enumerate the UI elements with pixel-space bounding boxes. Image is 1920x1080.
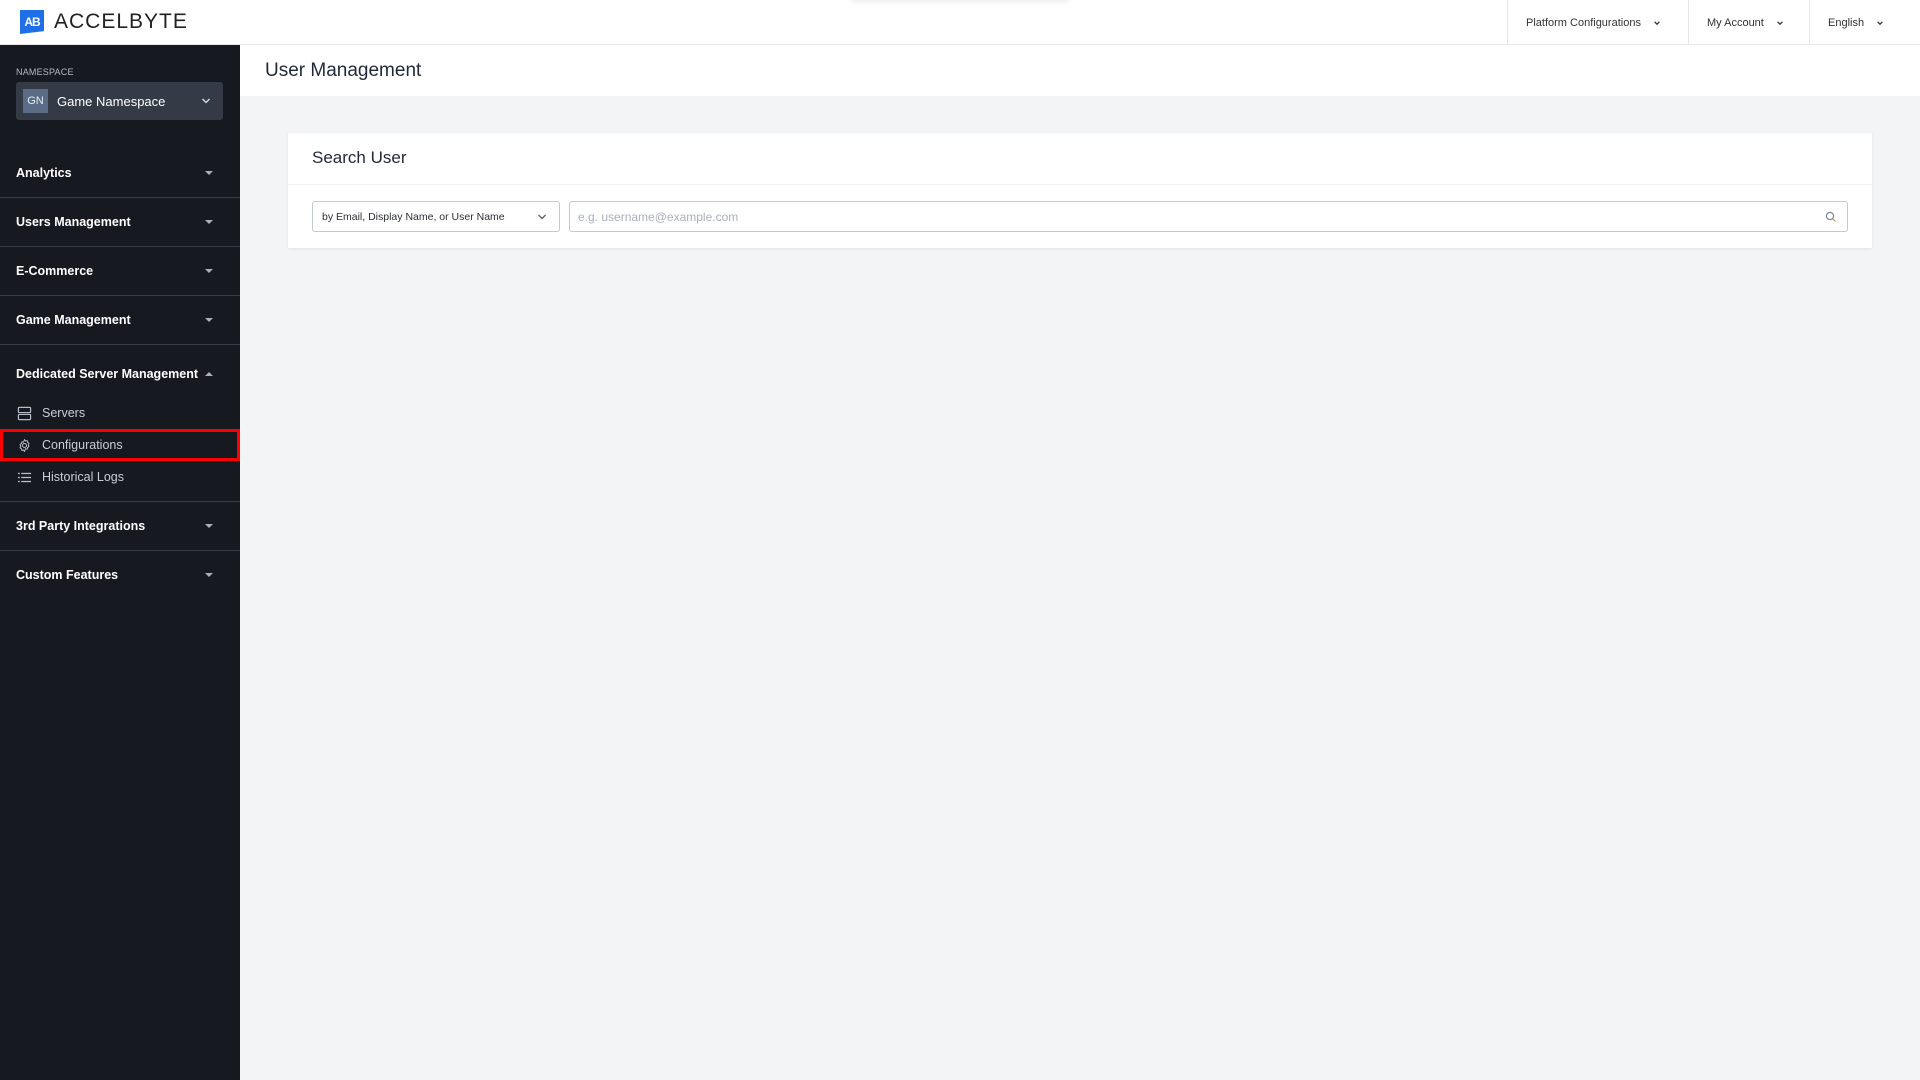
sidebar-section-game-management-toggle[interactable]: Game Management bbox=[0, 296, 240, 344]
search-user-card: Search User by Email, Display Name, or U… bbox=[288, 133, 1872, 248]
my-account-label: My Account bbox=[1707, 16, 1764, 29]
caret-up-icon bbox=[205, 372, 213, 376]
caret-down-icon bbox=[205, 573, 213, 577]
sidebar-section-analytics: Analytics bbox=[0, 149, 240, 198]
sidebar-section-dedicated-server-management: Dedicated Server Management Servers Conf… bbox=[0, 345, 240, 502]
sidebar-item-label: Servers bbox=[42, 406, 86, 420]
chevron-down-icon bbox=[1654, 20, 1660, 25]
logo-mark-icon: AB bbox=[20, 10, 44, 34]
namespace-badge: GN bbox=[23, 89, 48, 113]
section-title: Custom Features bbox=[16, 568, 119, 582]
search-icon[interactable] bbox=[1825, 211, 1837, 223]
search-input[interactable] bbox=[570, 202, 1825, 231]
platform-configurations-label: Platform Configurations bbox=[1526, 16, 1641, 29]
sidebar-section-e-commerce: E-Commerce bbox=[0, 247, 240, 296]
chevron-down-icon bbox=[201, 98, 211, 104]
sidebar-section-3rd-party-integrations: 3rd Party Integrations bbox=[0, 502, 240, 551]
section-title: Dedicated Server Management bbox=[16, 367, 199, 381]
caret-down-icon bbox=[205, 171, 213, 175]
sidebar: NAMESPACE GN Game Namespace Analytics Us… bbox=[0, 45, 240, 1080]
accelbyte-logo[interactable]: AB ACCELBYTE bbox=[20, 10, 188, 34]
sidebar-section-dedicated-server-management-toggle[interactable]: Dedicated Server Management bbox=[0, 345, 240, 397]
my-account-menu[interactable]: My Account bbox=[1688, 0, 1809, 45]
section-title: Analytics bbox=[16, 166, 72, 180]
sidebar-section-e-commerce-toggle[interactable]: E-Commerce bbox=[0, 247, 240, 295]
sidebar-section-users-management: Users Management bbox=[0, 198, 240, 247]
chevron-down-icon bbox=[1777, 20, 1783, 25]
section-title: Users Management bbox=[16, 215, 131, 229]
caret-down-icon bbox=[205, 220, 213, 224]
page-title: User Management bbox=[265, 60, 422, 81]
top-menu: Platform Configurations My Account Engli… bbox=[1507, 0, 1920, 45]
namespace-name: Game Namespace bbox=[57, 93, 166, 109]
gear-icon bbox=[16, 437, 32, 453]
sidebar-sub-list: Servers Configurations Historical Logs bbox=[0, 397, 240, 501]
sidebar-item-servers[interactable]: Servers bbox=[0, 397, 240, 429]
search-type-select[interactable]: by Email, Display Name, or User Name bbox=[312, 201, 560, 232]
sidebar-section-analytics-toggle[interactable]: Analytics bbox=[0, 149, 240, 197]
sidebar-section-users-management-toggle[interactable]: Users Management bbox=[0, 198, 240, 246]
language-menu[interactable]: English bbox=[1809, 0, 1920, 45]
language-label: English bbox=[1828, 16, 1865, 29]
sidebar-nav: Analytics Users Management E-Commerce Ga… bbox=[0, 149, 240, 599]
sidebar-section-3rd-party-integrations-toggle[interactable]: 3rd Party Integrations bbox=[0, 502, 240, 550]
sidebar-item-historical-logs[interactable]: Historical Logs bbox=[0, 461, 240, 493]
sidebar-section-custom-features-toggle[interactable]: Custom Features bbox=[0, 551, 240, 599]
caret-down-icon bbox=[205, 524, 213, 528]
server-icon bbox=[16, 405, 32, 421]
namespace-selector[interactable]: GN Game Namespace bbox=[16, 82, 223, 120]
section-title: E-Commerce bbox=[16, 264, 94, 278]
card-divider bbox=[288, 184, 1872, 185]
sidebar-item-configurations[interactable]: Configurations bbox=[0, 429, 240, 461]
logo-text: ACCELBYTE bbox=[54, 10, 188, 33]
card-title: Search User bbox=[312, 148, 407, 167]
search-input-wrapper bbox=[569, 201, 1848, 232]
platform-configurations-menu[interactable]: Platform Configurations bbox=[1507, 0, 1688, 45]
sidebar-item-label: Historical Logs bbox=[42, 470, 124, 484]
section-title: 3rd Party Integrations bbox=[16, 519, 146, 533]
caret-down-icon bbox=[205, 318, 213, 322]
chevron-down-icon bbox=[1877, 20, 1883, 25]
namespace-label: NAMESPACE bbox=[16, 67, 74, 77]
search-type-value: by Email, Display Name, or User Name bbox=[322, 210, 505, 223]
sidebar-section-custom-features: Custom Features bbox=[0, 551, 240, 599]
caret-down-icon bbox=[205, 269, 213, 273]
list-icon bbox=[16, 469, 32, 485]
sidebar-item-label: Configurations bbox=[42, 438, 123, 452]
page-header: User Management bbox=[240, 45, 1920, 96]
section-title: Game Management bbox=[16, 313, 131, 327]
sidebar-section-game-management: Game Management bbox=[0, 296, 240, 345]
top-bar: AB ACCELBYTE Platform Configurations My … bbox=[0, 0, 1920, 45]
chevron-down-icon bbox=[538, 214, 546, 219]
